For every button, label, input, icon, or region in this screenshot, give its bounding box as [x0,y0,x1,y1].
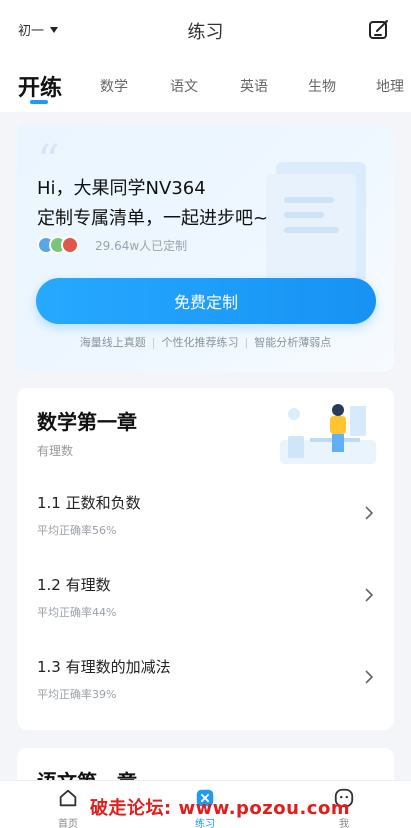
greeting-text: Hi，大果同学NV364 [37,178,206,199]
free-custom-button[interactable]: 免费定制 [36,278,376,324]
tab-english[interactable]: 英语 [240,76,268,96]
hero-subtitle: 定制专属清单，一起进步吧~ [37,208,269,229]
tab-geography[interactable]: 地理 [376,76,404,96]
nav-label: 首页 [58,819,78,828]
feature-item: 个性化推荐练习 [161,336,239,349]
chevron-right-icon [365,670,374,684]
active-tab-indicator [30,100,48,104]
avatar [61,236,79,254]
subject-tabs: 开练 数学 语文 英语 生物 地理 [0,60,411,112]
watermark-text: 破走论坛: www.pozou.com [90,798,351,819]
feature-list: 海量线上真题 | 个性化推荐练习 | 智能分析薄弱点 [79,336,332,349]
custom-count: 29.64w人已定制 [95,239,188,253]
feature-item: 海量线上真题 [79,336,146,349]
lesson-name: 1.2 有理数 [37,576,111,594]
tab-biology[interactable]: 生物 [308,76,336,96]
chapter-card: 数学第一章 有理数 1.1 正数和负数 平均正确率56% 1.2 有理数 平均正… [17,388,394,730]
lesson-item[interactable]: 1.1 正数和负数 平均正确率56% [37,492,374,552]
chapter-subtitle: 有理数 [37,444,74,458]
chevron-right-icon [365,506,374,520]
feature-item: 智能分析薄弱点 [254,336,332,349]
lesson-item[interactable]: 1.2 有理数 平均正确率44% [37,574,374,634]
tab-kailian[interactable]: 开练 [18,70,62,102]
lesson-name: 1.1 正数和负数 [37,494,141,512]
tab-math[interactable]: 数学 [100,76,128,96]
lesson-accuracy: 平均正确率56% [37,524,117,537]
student-reading-illustration-icon [280,404,376,464]
custom-plan-banner: “ Hi，大果同学NV364 定制专属清单，一起进步吧~ 29.64w人已定制 … [17,124,394,372]
chapter-title: 数学第一章 [37,410,137,434]
edit-icon[interactable] [367,18,391,42]
home-icon [59,789,77,807]
top-bar: 初一 练习 [0,0,411,60]
lesson-accuracy: 平均正确率44% [37,606,117,619]
chevron-right-icon [365,588,374,602]
lesson-item[interactable]: 1.3 有理数的加减法 平均正确率39% [37,656,374,716]
tab-chinese[interactable]: 语文 [170,76,198,96]
nav-home[interactable]: 首页 [38,787,98,828]
lesson-accuracy: 平均正确率39% [37,688,117,701]
lesson-name: 1.3 有理数的加减法 [37,658,171,676]
page-title: 练习 [187,22,224,43]
user-avatars [37,236,79,254]
